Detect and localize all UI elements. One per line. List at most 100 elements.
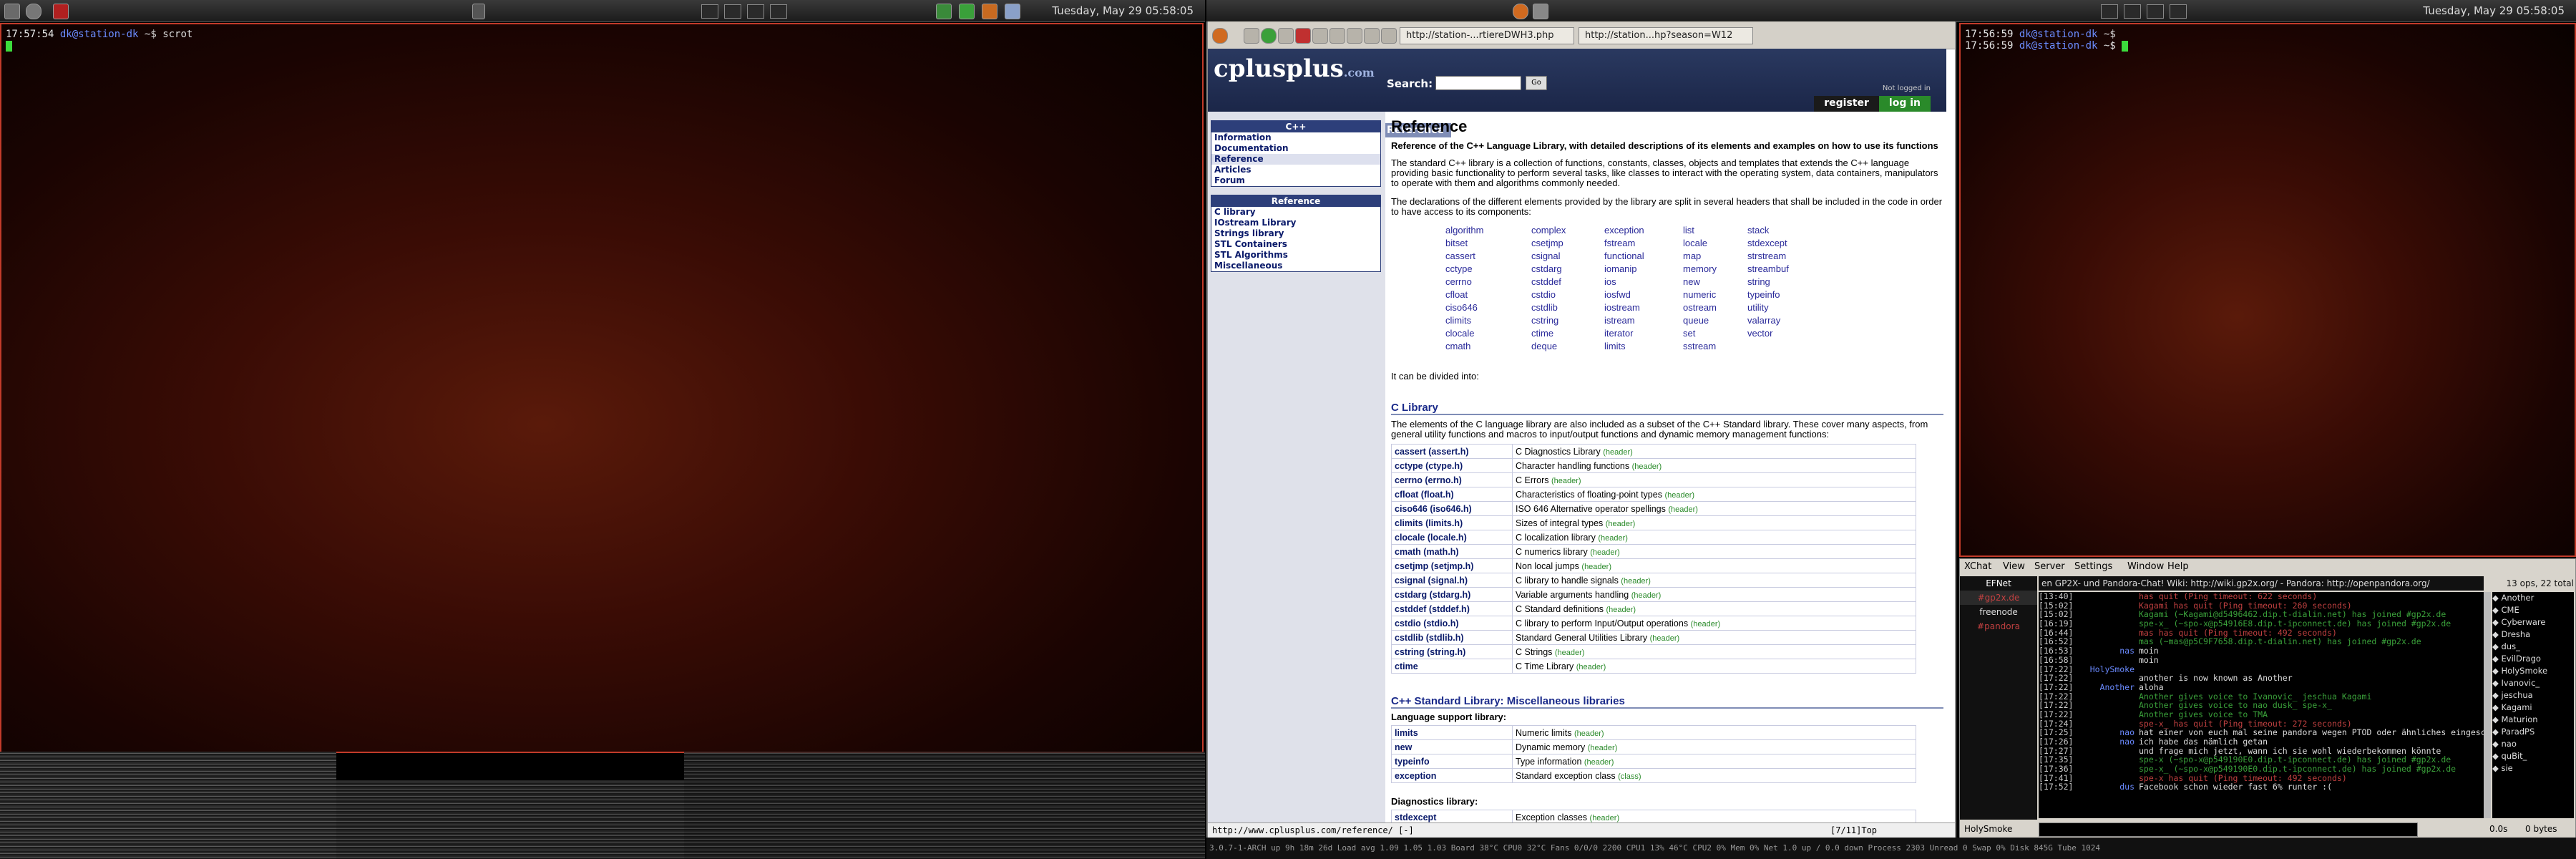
user-list-item[interactable]: ◆ HolySmoke bbox=[2492, 665, 2574, 677]
user-list-item[interactable]: ◆ dus_ bbox=[2492, 641, 2574, 653]
user-list-item[interactable]: ◆ CME bbox=[2492, 604, 2574, 616]
header-link[interactable]: exception bbox=[1604, 224, 1644, 237]
register-button[interactable]: register bbox=[1814, 96, 1879, 112]
chat-nick[interactable]: nao bbox=[2089, 737, 2139, 747]
header-link[interactable]: iomanip bbox=[1604, 263, 1644, 276]
history-icon[interactable] bbox=[1312, 28, 1328, 44]
header-link[interactable]: streambuf bbox=[1747, 263, 1789, 276]
library-link[interactable]: clocale (locale.h) bbox=[1391, 530, 1513, 545]
chat-nick[interactable]: Another bbox=[2089, 683, 2139, 692]
chat-nick[interactable]: dus bbox=[2089, 782, 2139, 792]
library-link[interactable]: limits bbox=[1391, 725, 1513, 740]
user-list-item[interactable]: ◆ Maturion bbox=[2492, 714, 2574, 726]
terminal-right[interactable]: 17:56:59 dk@station-dk ~$ 17:56:59 dk@st… bbox=[1959, 23, 2576, 557]
sidebar-item[interactable]: Miscellaneous bbox=[1211, 261, 1380, 271]
header-link[interactable]: stack bbox=[1747, 224, 1789, 237]
header-link[interactable]: csetjmp bbox=[1531, 237, 1566, 250]
library-link[interactable]: cstdio (stdio.h) bbox=[1391, 616, 1513, 631]
sidebar-item[interactable]: STL Algorithms bbox=[1211, 250, 1380, 261]
server-item[interactable]: freenode bbox=[1960, 605, 2037, 619]
header-link[interactable]: deque bbox=[1531, 340, 1566, 353]
sidebar-item[interactable]: IOstream Library bbox=[1211, 218, 1380, 228]
library-link[interactable]: cstring (string.h) bbox=[1391, 644, 1513, 659]
menu-icon[interactable] bbox=[4, 4, 20, 19]
library-link[interactable]: exception bbox=[1391, 768, 1513, 783]
channel-item[interactable]: #gp2x.de bbox=[1960, 591, 2037, 605]
nick-label[interactable]: HolySmoke bbox=[1964, 824, 2012, 834]
chat-input[interactable] bbox=[2039, 822, 2418, 837]
header-link[interactable]: cstring bbox=[1531, 314, 1566, 327]
library-link[interactable]: cstdarg (stdarg.h) bbox=[1391, 587, 1513, 602]
zoom-icon[interactable] bbox=[1381, 28, 1397, 44]
menu-item[interactable]: Settings bbox=[2074, 561, 2112, 572]
header-link[interactable]: sstream bbox=[1683, 340, 1717, 353]
filezilla-icon[interactable] bbox=[53, 4, 69, 19]
library-link[interactable]: csetjmp (setjmp.h) bbox=[1391, 558, 1513, 573]
header-link[interactable]: ios bbox=[1604, 276, 1644, 288]
user-list-item[interactable]: ◆ EvilDrago bbox=[2492, 653, 2574, 665]
header-link[interactable]: bitset bbox=[1445, 237, 1483, 250]
channel-topic[interactable]: en GP2X- und Pandora-Chat! Wiki: http://… bbox=[2039, 576, 2484, 591]
menu-item[interactable]: Server bbox=[2034, 561, 2065, 572]
header-link[interactable]: queue bbox=[1683, 314, 1717, 327]
header-link[interactable]: utility bbox=[1747, 301, 1789, 314]
header-link[interactable]: fstream bbox=[1604, 237, 1644, 250]
search-input[interactable] bbox=[1435, 76, 1521, 90]
browser-tab[interactable]: http://station-...rtiereDWH3.php bbox=[1400, 27, 1574, 44]
network-icon[interactable] bbox=[472, 4, 485, 19]
header-link[interactable]: complex bbox=[1531, 224, 1566, 237]
workspace-2[interactable] bbox=[724, 4, 741, 19]
header-link[interactable]: numeric bbox=[1683, 288, 1717, 301]
library-link[interactable]: typeinfo bbox=[1391, 754, 1513, 769]
browser-tab[interactable]: http://station...hp?season=W12 bbox=[1579, 27, 1753, 44]
library-link[interactable]: cctype (ctype.h) bbox=[1391, 458, 1513, 473]
header-link[interactable]: ctime bbox=[1531, 327, 1566, 340]
menu-item[interactable]: XChat bbox=[1964, 561, 1991, 572]
library-link[interactable]: new bbox=[1391, 739, 1513, 754]
header-link[interactable]: locale bbox=[1683, 237, 1717, 250]
user-list-item[interactable]: ◆ Ivanovic_ bbox=[2492, 677, 2574, 689]
workspace-8[interactable] bbox=[2170, 4, 2187, 19]
sidebar-item[interactable]: C library bbox=[1211, 207, 1380, 218]
header-link[interactable]: ostream bbox=[1683, 301, 1717, 314]
header-link[interactable]: iterator bbox=[1604, 327, 1644, 340]
go-button[interactable]: Go bbox=[1526, 76, 1547, 90]
sidebar-item[interactable]: STL Containers bbox=[1211, 239, 1380, 250]
header-link[interactable]: istream bbox=[1604, 314, 1644, 327]
user-list-item[interactable]: ◆ jeschua bbox=[2492, 689, 2574, 702]
header-link[interactable]: valarray bbox=[1747, 314, 1789, 327]
library-link[interactable]: csignal (signal.h) bbox=[1391, 573, 1513, 588]
header-link[interactable]: cctype bbox=[1445, 263, 1483, 276]
header-link[interactable]: iosfwd bbox=[1604, 288, 1644, 301]
header-link[interactable]: climits bbox=[1445, 314, 1483, 327]
sidebar-item[interactable]: Articles bbox=[1211, 165, 1380, 175]
workspace-5[interactable] bbox=[2101, 4, 2118, 19]
library-link[interactable]: cstdlib (stdlib.h) bbox=[1391, 630, 1513, 645]
library-link[interactable]: climits (limits.h) bbox=[1391, 515, 1513, 530]
user-list-item[interactable]: ◆ ParadPS bbox=[2492, 726, 2574, 738]
user-list-item[interactable]: ◆ Dresha bbox=[2492, 629, 2574, 641]
terminal-left[interactable]: 17:57:54 dk@station-dk ~$ scrot bbox=[0, 23, 1204, 753]
library-link[interactable]: ctime bbox=[1391, 659, 1513, 674]
tools-icon[interactable] bbox=[982, 4, 997, 19]
header-link[interactable]: cstdarg bbox=[1531, 263, 1566, 276]
library-link[interactable]: cfloat (float.h) bbox=[1391, 487, 1513, 502]
menu-item[interactable]: Help bbox=[2167, 561, 2189, 572]
header-link[interactable]: typeinfo bbox=[1747, 288, 1789, 301]
header-link[interactable]: cassert bbox=[1445, 250, 1483, 263]
user-list-item[interactable]: ◆ Another bbox=[2492, 592, 2574, 604]
volume-icon[interactable] bbox=[1005, 4, 1020, 19]
stop-icon[interactable] bbox=[1295, 28, 1311, 44]
app-icon[interactable] bbox=[26, 4, 42, 19]
library-link[interactable]: cmath (math.h) bbox=[1391, 544, 1513, 559]
header-link[interactable]: functional bbox=[1604, 250, 1644, 263]
sidebar-item[interactable]: Reference bbox=[1211, 154, 1380, 165]
downloads-icon[interactable] bbox=[1330, 28, 1345, 44]
sidebar-item[interactable]: Documentation bbox=[1211, 143, 1380, 154]
workspace-1[interactable] bbox=[701, 4, 718, 19]
chat-scrollbar[interactable] bbox=[2484, 592, 2491, 818]
library-link[interactable]: cstddef (stddef.h) bbox=[1391, 601, 1513, 616]
sidebar-item[interactable]: Forum bbox=[1211, 175, 1380, 186]
home-icon[interactable] bbox=[1278, 28, 1294, 44]
header-link[interactable]: cerrno bbox=[1445, 276, 1483, 288]
